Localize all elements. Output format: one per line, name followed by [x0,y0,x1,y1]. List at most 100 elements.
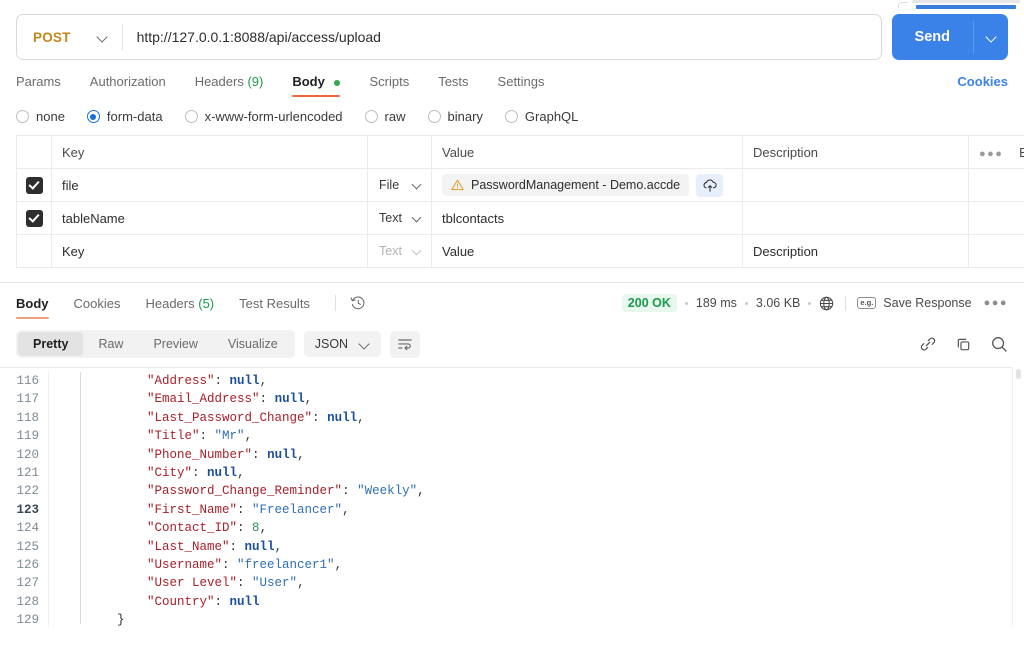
tab-tests[interactable]: Tests [438,74,468,97]
send-options-button[interactable] [974,14,1008,60]
code-line: "First_Name": "Freelancer", [57,501,1024,519]
response-format-dropdown[interactable]: JSON [303,331,382,357]
cloud-upload-icon [703,178,717,192]
code-token: : [192,466,208,481]
radio-label: form-data [106,109,163,124]
tab-scripts[interactable]: Scripts [369,74,409,97]
code-token: : [214,374,230,388]
line-number: 126 [16,558,39,573]
code-line: "City": null, [57,464,1024,482]
tab-headers[interactable]: Headers (9) [195,74,264,97]
tab-settings[interactable]: Settings [498,74,545,97]
network-info-button[interactable] [819,296,834,311]
tab-label: Cookies [73,295,121,311]
row-type-dropdown[interactable]: File [369,170,431,201]
radio-none[interactable]: none [16,109,65,124]
tab-label: Headers [194,74,244,89]
radio-binary[interactable]: binary [427,109,483,124]
row-value[interactable]: tblcontacts [431,201,743,235]
header-value: Value [431,135,743,169]
search-button[interactable] [990,335,1008,353]
placeholder-type-dropdown[interactable]: Text [369,236,431,267]
code-token: null [244,539,275,554]
chrome-ghost-accent [916,5,1016,9]
placeholder-description[interactable]: Description [742,234,969,268]
response-tab-body[interactable]: Body [16,296,49,319]
code-vertical-scrollbar[interactable] [1012,367,1024,627]
response-history-button[interactable] [350,295,366,319]
response-view-toolbar: Pretty Raw Preview Visualize JSON [0,320,1024,367]
row-description[interactable] [742,168,969,202]
cookies-link[interactable]: Cookies [957,74,1008,97]
word-wrap-button[interactable] [390,330,421,358]
method-label: POST [33,29,71,45]
code-token: , [237,466,245,481]
word-wrap-icon [398,339,412,351]
row-type-dropdown[interactable]: Text [369,203,431,234]
tab-label: Headers [145,295,195,311]
code-token: , [357,410,365,425]
response-tab-test-results[interactable]: Test Results [239,296,310,319]
code-token: "Contact_ID" [147,521,238,536]
placeholder-value[interactable]: Value [431,234,743,268]
response-tab-headers[interactable]: Headers (5) [145,296,214,319]
upload-file-button[interactable] [696,173,724,197]
table-row: file File PasswordManagement - Demo.accd… [16,168,1024,202]
radio-graphql[interactable]: GraphQL [504,109,578,124]
response-time[interactable]: 189 ms [696,296,737,310]
status-badge: 200 OK [621,294,677,312]
row-checkbox[interactable] [25,176,43,194]
response-size[interactable]: 3.06 KB [756,296,800,310]
radio-icon [16,110,29,123]
view-mode-pretty[interactable]: Pretty [18,332,84,356]
row-description[interactable] [742,201,969,235]
code-line: "Phone_Number": null, [57,446,1024,464]
url-input[interactable] [122,15,881,59]
code-token: "Country" [147,594,215,609]
request-tabs: Params Authorization Headers (9) Body Sc… [0,60,1024,97]
tab-body[interactable]: Body [292,74,341,97]
code-token: : [199,429,215,444]
line-number: 124 [16,521,39,536]
view-mode-segmented-control: Pretty Raw Preview Visualize [16,330,295,358]
send-button[interactable]: Send [891,14,1008,60]
row-key[interactable]: tableName [51,201,368,235]
code-line: "Last_Password_Change": null, [57,409,1024,427]
code-token: "Last_Password_Change" [147,410,313,425]
code-token: , [259,521,268,536]
save-response-button[interactable]: Save Response [883,296,971,310]
tab-params[interactable]: Params [16,74,61,97]
chevron-down-icon [412,246,422,256]
headers-count: (9) [247,74,264,89]
form-data-table-wrap: Key Value Description ●●● Bulk Edit file… [0,135,1024,268]
bulk-edit-button[interactable]: Bulk Edit [1019,145,1024,160]
method-dropdown[interactable]: POST [17,15,122,59]
response-body-code: 116 117 118 119 120 121 122 123 124 125 126 127 128 1… [0,367,1024,627]
code-token: , [244,429,253,444]
view-mode-raw[interactable]: Raw [83,332,138,356]
tab-authorization[interactable]: Authorization [90,74,166,97]
share-link-button[interactable] [919,335,937,353]
file-chip[interactable]: PasswordManagement - Demo.accde [442,174,690,196]
row-checkbox[interactable] [25,209,43,227]
scrollbar-thumb[interactable] [1016,369,1021,379]
code-viewer[interactable]: 116 117 118 119 120 121 122 123 124 125 126 127 128 1… [0,368,1024,627]
view-mode-visualize[interactable]: Visualize [213,332,293,356]
radio-form-data[interactable]: form-data [86,109,163,124]
window-chrome-sliver [0,0,1024,9]
response-tab-cookies[interactable]: Cookies [74,296,121,319]
chevron-down-icon [359,339,370,350]
row-key[interactable]: file [51,168,368,202]
response-more-options-icon[interactable]: ●●● [984,297,1008,309]
placeholder-key[interactable]: Key [51,234,368,268]
more-options-icon[interactable]: ●●● [979,148,1003,160]
radio-x-www-form-urlencoded[interactable]: x-www-form-urlencoded [184,109,343,124]
view-mode-preview[interactable]: Preview [138,332,212,356]
code-line: "Last_Name": null, [57,538,1024,556]
code-lines-column[interactable]: "Address": null, "Email_Address": null, … [49,372,1024,627]
code-token: "City" [147,466,193,481]
code-token: "Freelancer" [252,502,343,517]
radio-icon [504,110,518,123]
radio-raw[interactable]: raw [364,109,406,124]
copy-button[interactable] [955,336,972,353]
